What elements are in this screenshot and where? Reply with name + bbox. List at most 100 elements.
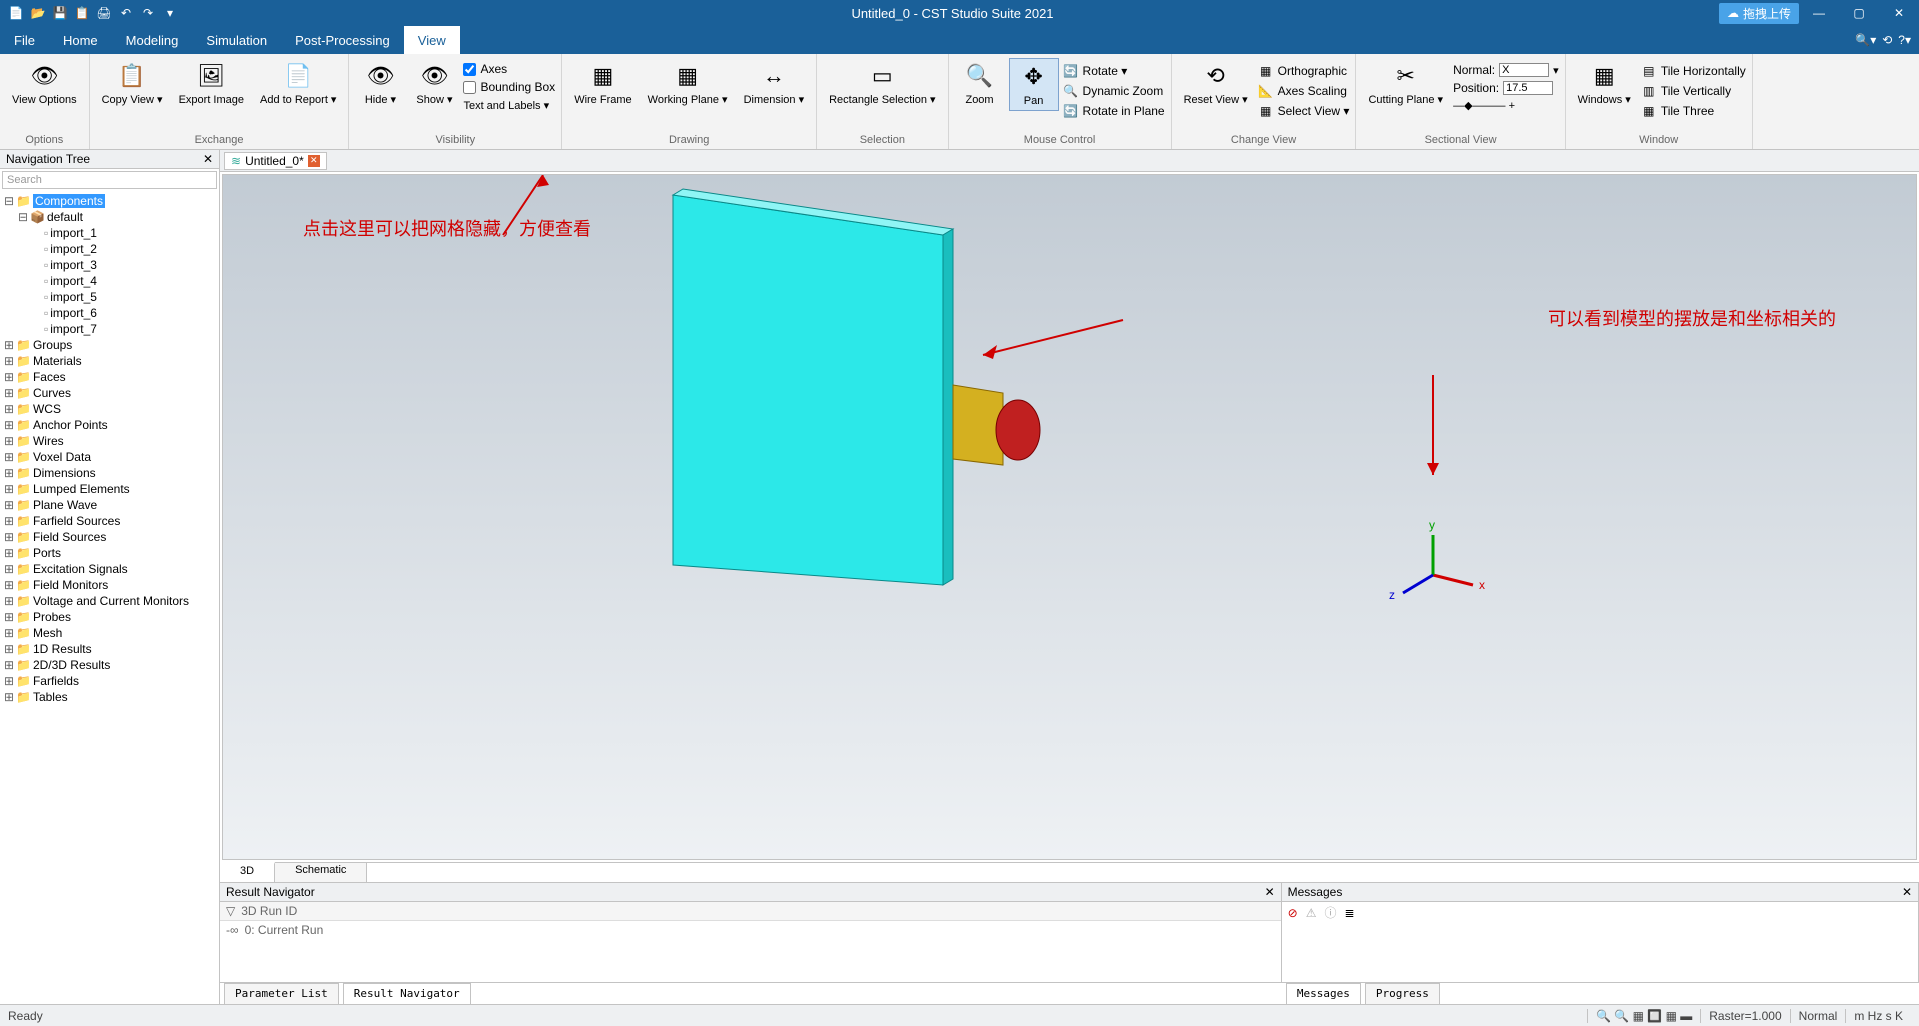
tree-item[interactable]: ⊞📁 Excitation Signals	[4, 561, 217, 577]
show-button[interactable]: 👁Show ▾	[409, 58, 459, 109]
normal-input[interactable]	[1499, 63, 1549, 77]
rectangle-selection-button[interactable]: ▭Rectangle Selection ▾	[823, 58, 941, 109]
tree-components[interactable]: Components	[33, 194, 105, 208]
tree-item[interactable]: ⊞📁 Anchor Points	[4, 417, 217, 433]
tree-item[interactable]: ⊞📁 Tables	[4, 689, 217, 705]
tab-simulation[interactable]: Simulation	[192, 26, 281, 54]
minimize-button[interactable]: —	[1799, 0, 1839, 26]
btab-progress[interactable]: Progress	[1365, 983, 1440, 1004]
error-icon[interactable]: ⊘	[1288, 906, 1298, 920]
tab-modeling[interactable]: Modeling	[112, 26, 193, 54]
tree-item[interactable]: ⊞📁 Voxel Data	[4, 449, 217, 465]
tab-file[interactable]: File	[0, 26, 49, 54]
undo-icon[interactable]: ↶	[118, 5, 134, 21]
tree-import-item[interactable]: ▫ import_4	[32, 273, 217, 289]
3d-viewport[interactable]: 点击这里可以把网格隐藏，方便查看 可以看到模型的摆放是和坐标相关的 x y	[222, 174, 1917, 860]
help-icon[interactable]: ?▾	[1898, 33, 1911, 47]
tree-item[interactable]: ⊞📁 Farfield Sources	[4, 513, 217, 529]
select-view-button[interactable]: ▦Select View ▾	[1258, 102, 1350, 120]
refresh-icon[interactable]: ⟲	[1882, 33, 1892, 47]
cutting-plane-button[interactable]: ✂Cutting Plane ▾	[1362, 58, 1449, 109]
open-icon[interactable]: 📂	[30, 5, 46, 21]
warning-icon[interactable]: ⚠	[1306, 906, 1317, 920]
btab-resnav[interactable]: Result Navigator	[343, 983, 471, 1004]
filter-icon[interactable]: ▽	[226, 904, 235, 918]
wireframe-button[interactable]: ▦Wire Frame	[568, 58, 637, 109]
tree-item[interactable]: ⊞📁 Dimensions	[4, 465, 217, 481]
tab-home[interactable]: Home	[49, 26, 112, 54]
tab-postprocessing[interactable]: Post-Processing	[281, 26, 404, 54]
tree-import-item[interactable]: ▫ import_7	[32, 321, 217, 337]
btab-paramlist[interactable]: Parameter List	[224, 983, 339, 1004]
search-icon[interactable]: 🔍▾	[1855, 33, 1876, 47]
axes-scaling-button[interactable]: 📐Axes Scaling	[1258, 82, 1350, 100]
rotate-button[interactable]: 🔄Rotate ▾	[1063, 62, 1165, 80]
messages-close-icon[interactable]: ✕	[1902, 885, 1912, 899]
tree-item[interactable]: ⊞📁 1D Results	[4, 641, 217, 657]
tree-import-item[interactable]: ▫ import_5	[32, 289, 217, 305]
viewtab-schematic[interactable]: Schematic	[275, 863, 367, 882]
navtree-close-icon[interactable]: ✕	[203, 152, 213, 166]
copy-icon[interactable]: 📋	[74, 5, 90, 21]
info-icon[interactable]: ⓘ	[1324, 904, 1336, 921]
workingplane-button[interactable]: ▦Working Plane ▾	[642, 58, 734, 109]
tree-item[interactable]: ⊞📁 Lumped Elements	[4, 481, 217, 497]
tile-horizontal-button[interactable]: ▤Tile Horizontally	[1641, 62, 1746, 80]
tree-item[interactable]: ⊞📁 Plane Wave	[4, 497, 217, 513]
current-run[interactable]: 0: Current Run	[245, 923, 324, 937]
tree-item[interactable]: ⊞📁 Field Sources	[4, 529, 217, 545]
position-slider[interactable]: —◆——— +	[1453, 98, 1559, 113]
status-zoom-icons[interactable]: 🔍 🔍 ▦ 🔲 ▦ ▬	[1587, 1009, 1700, 1023]
tree-item[interactable]: ⊞📁 Materials	[4, 353, 217, 369]
copy-view-button[interactable]: 📋Copy View ▾	[96, 58, 169, 109]
tree-import-item[interactable]: ▫ import_3	[32, 257, 217, 273]
tree-item[interactable]: ⊞📁 Mesh	[4, 625, 217, 641]
tree-import-item[interactable]: ▫ import_2	[32, 241, 217, 257]
tree-item[interactable]: ⊞📁 Wires	[4, 433, 217, 449]
tile-three-button[interactable]: ▦Tile Three	[1641, 102, 1746, 120]
tree-item[interactable]: ⊞📁 Faces	[4, 369, 217, 385]
upload-widget[interactable]: ☁ 拖拽上传	[1719, 3, 1799, 24]
doctab-untitled[interactable]: ≋ Untitled_0* ✕	[224, 152, 327, 170]
qat-dropdown-icon[interactable]: ▾	[162, 5, 178, 21]
list-icon[interactable]: ≣	[1344, 906, 1354, 920]
tree-item[interactable]: ⊞📁 Field Monitors	[4, 577, 217, 593]
save-icon[interactable]: 💾	[52, 5, 68, 21]
add-report-button[interactable]: 📄Add to Report ▾	[254, 58, 342, 109]
doctab-close-icon[interactable]: ✕	[308, 155, 320, 167]
tree-item[interactable]: ⊞📁 Farfields	[4, 673, 217, 689]
pan-button[interactable]: ✥Pan	[1009, 58, 1059, 111]
tree-item[interactable]: ⊞📁 Probes	[4, 609, 217, 625]
boundingbox-checkbox[interactable]: Bounding Box	[463, 80, 555, 94]
tree-item[interactable]: ⊞📁 WCS	[4, 401, 217, 417]
new-icon[interactable]: 📄	[8, 5, 24, 21]
tree-item[interactable]: ⊞📁 Voltage and Current Monitors	[4, 593, 217, 609]
maximize-button[interactable]: ▢	[1839, 0, 1879, 26]
navigation-tree[interactable]: ⊟📁Components ⊟📦default ▫ import_1▫ impor…	[0, 191, 219, 1004]
viewtab-3d[interactable]: 3D	[220, 862, 275, 882]
view-options-button[interactable]: 👁View Options	[6, 58, 83, 109]
export-image-button[interactable]: 🖼Export Image	[173, 58, 250, 109]
tree-import-item[interactable]: ▫ import_6	[32, 305, 217, 321]
textlabels-button[interactable]: Text and Labels ▾	[463, 98, 555, 113]
orthographic-button[interactable]: ▦Orthographic	[1258, 62, 1350, 80]
tree-item[interactable]: ⊞📁 Curves	[4, 385, 217, 401]
position-input[interactable]	[1503, 81, 1553, 95]
rotate-in-plane-button[interactable]: 🔄Rotate in Plane	[1063, 102, 1165, 120]
axes-checkbox[interactable]: Axes	[463, 62, 555, 76]
tree-item[interactable]: ⊞📁 Groups	[4, 337, 217, 353]
tree-item[interactable]: ⊞📁 2D/3D Results	[4, 657, 217, 673]
navtree-search[interactable]: Search	[2, 171, 217, 189]
print-icon[interactable]: 🖨	[96, 5, 112, 21]
close-button[interactable]: ✕	[1879, 0, 1919, 26]
tab-view[interactable]: View	[404, 26, 460, 54]
dimension-button[interactable]: ↔Dimension ▾	[738, 58, 811, 109]
hide-button[interactable]: 👁Hide ▾	[355, 58, 405, 109]
tile-vertical-button[interactable]: ▥Tile Vertically	[1641, 82, 1746, 100]
resnav-close-icon[interactable]: ✕	[1265, 885, 1275, 899]
tree-default[interactable]: default	[47, 210, 83, 224]
tree-import-item[interactable]: ▫ import_1	[32, 225, 217, 241]
dynamic-zoom-button[interactable]: 🔍Dynamic Zoom	[1063, 82, 1165, 100]
reset-view-button[interactable]: ⟲Reset View ▾	[1178, 58, 1254, 109]
zoom-button[interactable]: 🔍Zoom	[955, 58, 1005, 109]
